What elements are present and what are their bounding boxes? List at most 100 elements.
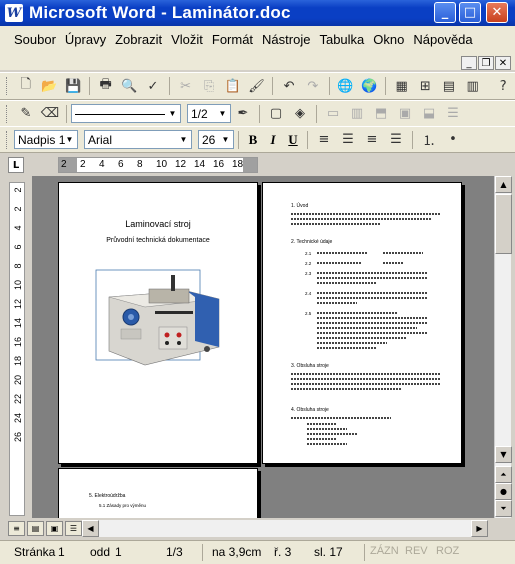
scroll-down-icon[interactable]: ▼ [495,446,512,463]
split-cells-icon[interactable]: ▥ [346,103,368,125]
vertical-ruler[interactable]: 2 2 4 6 8 10 12 14 16 18 20 22 24 26 [9,182,25,516]
new-document-icon[interactable]: 🗋 [15,75,37,97]
numbering-icon[interactable]: ⒈ [418,129,440,151]
doc-minimize-icon[interactable]: _ [461,56,477,70]
tab-selector[interactable]: L [8,157,24,173]
outline-view-icon[interactable]: ☰ [65,521,82,536]
web-toolbar-icon[interactable]: 🌍 [358,75,380,97]
paste-icon[interactable]: 📋 [222,75,244,97]
pencil-icon[interactable]: ✎ [15,103,37,125]
hyperlink-icon[interactable]: 🌐 [335,75,357,97]
maximize-button[interactable]: □ [459,2,481,23]
style-dropdown[interactable]: Nadpis 1 ▼ [14,130,78,149]
web-view-icon[interactable]: ▤ [27,521,44,536]
page-3-heading[interactable]: 5. Elektroúdržba [89,493,125,499]
title-bar[interactable]: W Microsoft Word - Laminátor.doc _ □ ✕ [0,0,515,26]
menu-item-8[interactable]: Nápověda [413,32,472,47]
doc-restore-icon[interactable]: ❐ [478,56,494,70]
menu-item-1[interactable]: Úpravy [65,32,106,47]
menu-item-7[interactable]: Okno [373,32,404,47]
border-color-icon[interactable]: ✒ [232,103,254,125]
vertical-scrollbar[interactable]: ▲ ▼ ⏶ ● ⏷ [494,176,512,518]
page-2[interactable]: 1. Úvod 2. Technické údaje 3. Obsluha stro… [262,182,462,464]
toolbar-grip[interactable] [6,77,10,95]
laminator-machine-image[interactable] [95,269,227,375]
next-page-icon[interactable]: ⏷ [495,500,512,517]
menu-item-2[interactable]: Zobrazit [115,32,162,47]
redo-icon[interactable]: ↷ [302,75,324,97]
justify-icon[interactable]: ☰ [385,129,407,151]
line-style-dropdown[interactable]: ▼ [71,104,181,123]
page-2-heading[interactable]: 4. Obsluha stroje [291,407,329,413]
align-center-icon[interactable]: ▣ [394,103,416,125]
status-extend[interactable]: ROZ [436,545,459,557]
eraser-icon[interactable]: ⌫ [39,103,61,125]
font-dropdown[interactable]: Arial ▼ [84,130,192,149]
style-value: Nadpis 1 [18,132,66,147]
print-icon[interactable]: 🖶 [95,75,117,97]
status-record-macro[interactable]: ZÁZN [370,545,399,557]
merge-cells-icon[interactable]: ▭ [322,103,344,125]
close-button[interactable]: ✕ [486,2,508,23]
align-right-icon[interactable]: ≡ [361,129,383,151]
help-icon[interactable]: ? [492,75,514,97]
print-layout-icon[interactable]: ▣ [46,521,63,536]
horizontal-scrollbar[interactable]: ◀ ▶ [82,520,488,537]
save-icon[interactable]: 💾 [62,75,84,97]
scroll-right-icon[interactable]: ▶ [471,520,488,537]
open-folder-icon[interactable]: 📂 [39,75,61,97]
word-app-icon[interactable]: W [5,4,23,22]
document-title[interactable]: Laminovací stroj [59,219,257,229]
cut-icon[interactable]: ✂ [175,75,197,97]
undo-icon[interactable]: ↶ [278,75,300,97]
page-2-heading[interactable]: 3. Obsluha stroje [291,363,329,369]
menu-item-3[interactable]: Vložit [171,32,203,47]
font-size-dropdown[interactable]: 26 ▼ [198,130,234,149]
document-subtitle[interactable]: Průvodní technická dokumentace [59,237,257,244]
tables-borders-icon[interactable]: ▦ [391,75,413,97]
bullets-icon[interactable]: • [442,129,464,151]
line-weight-dropdown[interactable]: 1/2 ▼ [187,104,231,123]
align-left-icon[interactable]: ≡ [313,129,335,151]
horizontal-ruler[interactable]: 2 2 4 6 8 10 12 14 16 18 [58,157,258,173]
status-track-changes[interactable]: REV [405,545,428,557]
page-3[interactable]: 5. Elektroúdržba 5.1 Zásady pro výměnu [58,468,258,518]
normal-view-icon[interactable]: ≡ [8,521,25,536]
distribute-icon[interactable]: ☰ [442,103,464,125]
toolbar-grip[interactable] [6,130,10,149]
menu-item-0[interactable]: Soubor [14,32,56,47]
previous-page-icon[interactable]: ⏶ [495,466,512,483]
shading-color-icon[interactable]: ◈ [289,103,311,125]
outside-border-icon[interactable]: ▢ [265,103,287,125]
menu-item-4[interactable]: Formát [212,32,253,47]
copy-icon[interactable]: ⎘ [198,75,220,97]
format-painter-icon[interactable]: 🖌 [246,75,268,97]
align-center-text-icon[interactable]: ☰ [337,129,359,151]
browse-object-icon[interactable]: ● [495,483,512,500]
scroll-up-icon[interactable]: ▲ [495,176,512,193]
page-2-heading[interactable]: 2. Technické údaje [291,239,332,245]
toolbar-grip[interactable] [6,104,10,123]
page-2-section-number: 2.4 [305,291,312,296]
spelling-icon[interactable]: ✓ [142,75,164,97]
doc-close-icon[interactable]: ✕ [495,56,511,70]
page-3-subheading[interactable]: 5.1 Zásady pro výměnu [99,503,146,508]
insert-table-icon[interactable]: ⊞ [414,75,436,97]
bold-button[interactable]: B [243,130,263,150]
document-area[interactable]: Laminovací stroj Průvodní technická doku… [32,176,494,518]
minimize-button[interactable]: _ [434,2,456,23]
print-preview-icon[interactable]: 🔍 [119,75,141,97]
align-top-icon[interactable]: ⬒ [370,103,392,125]
align-bottom-icon[interactable]: ⬓ [418,103,440,125]
ruler-tick-label: 4 [99,159,105,170]
menu-item-6[interactable]: Tabulka [319,32,364,47]
page-2-heading[interactable]: 1. Úvod [291,203,308,209]
columns-icon[interactable]: ▥ [462,75,484,97]
page-1[interactable]: Laminovací stroj Průvodní technická doku… [58,182,258,464]
insert-excel-icon[interactable]: ▤ [438,75,460,97]
underline-button[interactable]: U [283,130,303,150]
scroll-left-icon[interactable]: ◀ [82,520,99,537]
italic-button[interactable]: I [263,130,283,150]
scroll-thumb[interactable] [495,194,512,254]
menu-item-5[interactable]: Nástroje [262,32,310,47]
